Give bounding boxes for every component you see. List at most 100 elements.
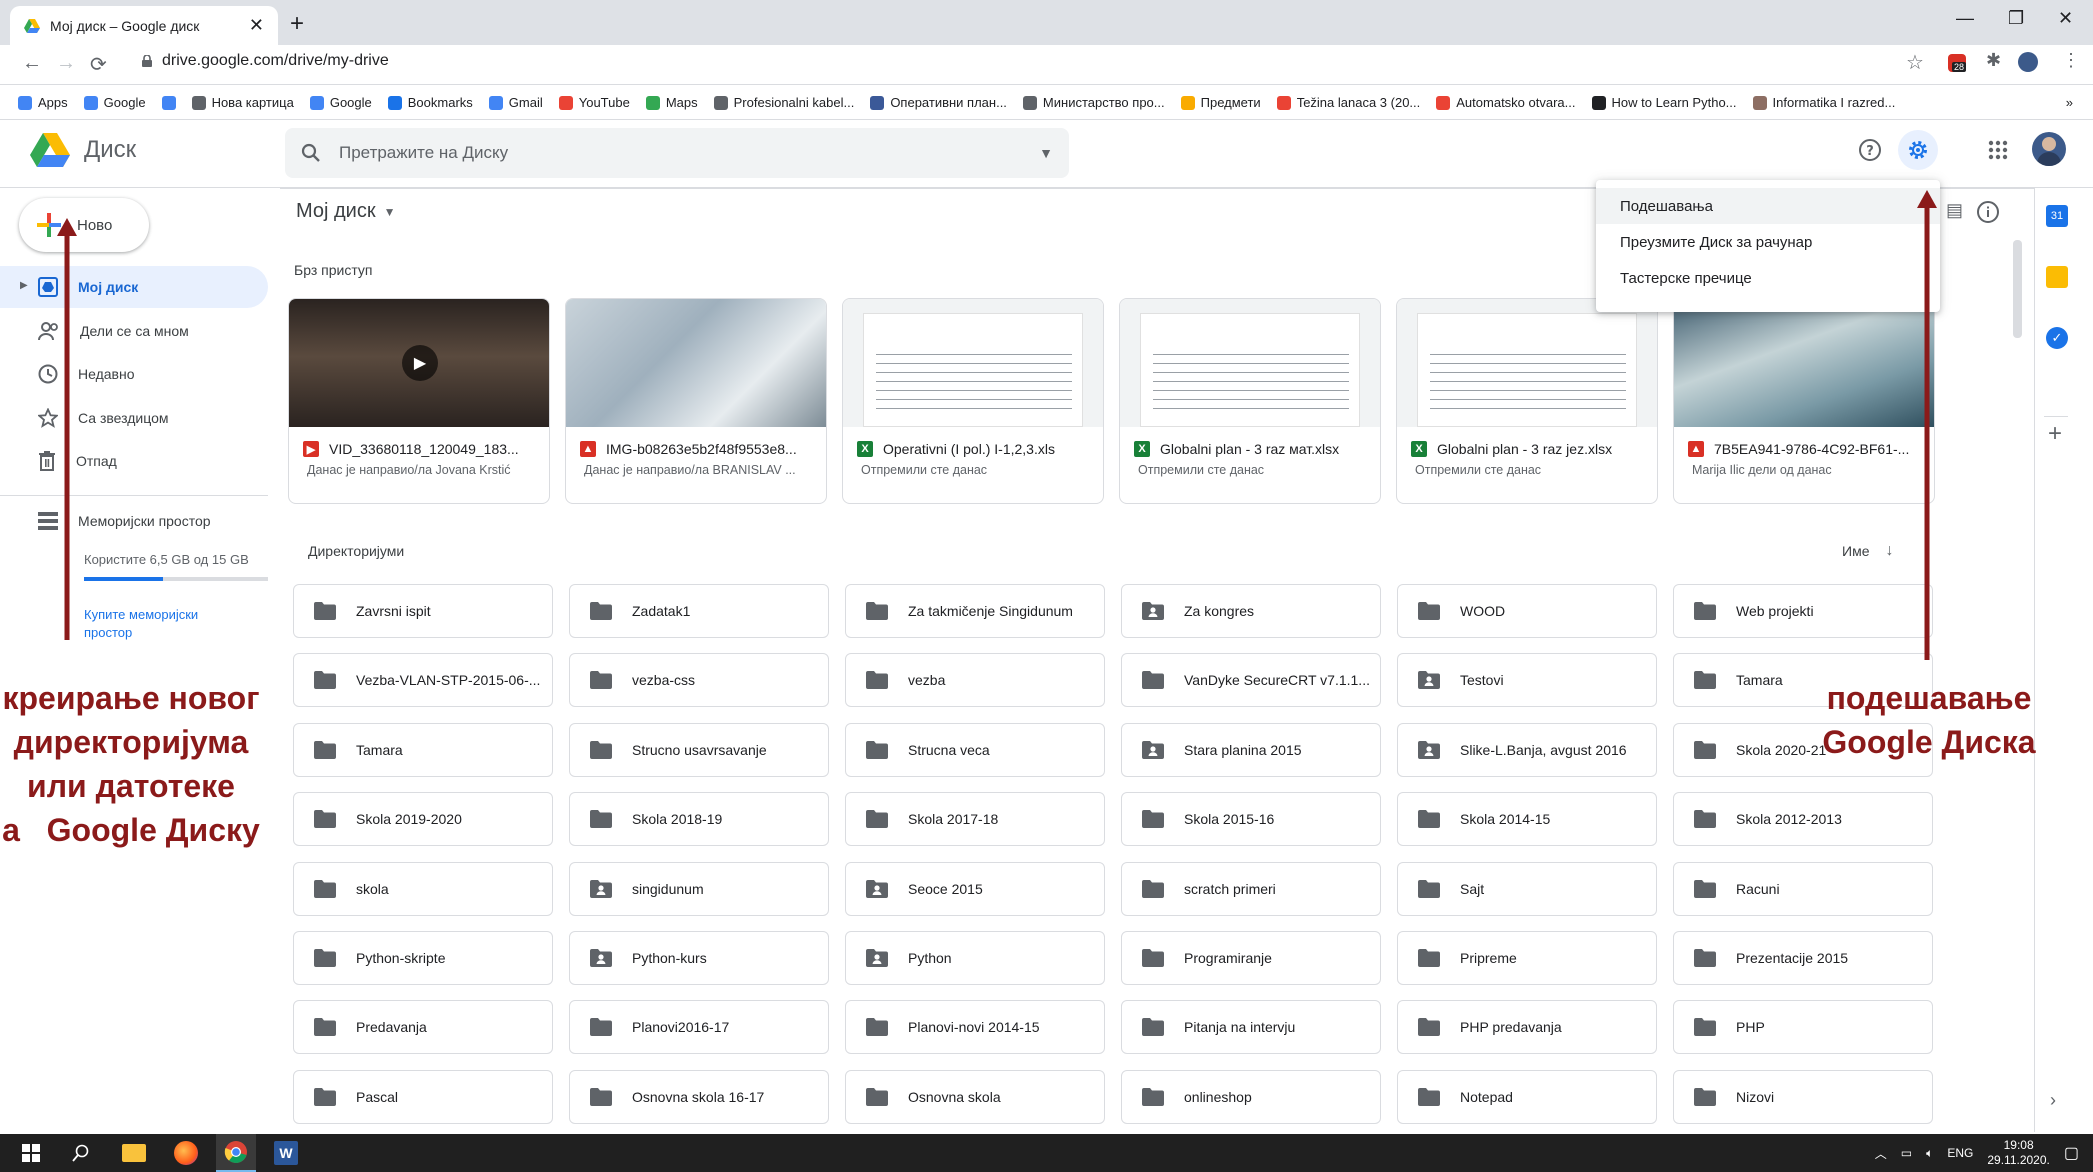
settings-gear-button[interactable] — [1898, 130, 1938, 170]
bookmarks-overflow-icon[interactable]: » — [2066, 95, 2093, 110]
folder-item[interactable]: Stara planina 2015 — [1121, 722, 1381, 777]
bookmark-item[interactable]: YouTube — [558, 95, 630, 110]
folder-item[interactable]: Skola 2017-18 — [845, 792, 1105, 847]
folder-item[interactable]: scratch primeri — [1121, 861, 1381, 916]
details-info-icon[interactable] — [1976, 200, 2000, 224]
folder-item[interactable]: Web projekti — [1673, 584, 1933, 638]
bookmark-item[interactable]: Google — [83, 95, 146, 110]
folder-item[interactable]: Python-kurs — [569, 931, 829, 985]
scrollbar-thumb[interactable] — [2013, 240, 2022, 338]
expand-caret-icon[interactable]: ▶ — [20, 280, 28, 291]
account-avatar[interactable] — [2032, 132, 2066, 166]
help-icon[interactable]: ? — [1858, 138, 1882, 162]
profile-avatar[interactable] — [2018, 52, 2038, 72]
sidebar-item-my-drive[interactable]: Мој диск — [0, 266, 268, 308]
add-addon-icon[interactable]: + — [2048, 420, 2062, 448]
folder-item[interactable]: Strucna veca — [845, 722, 1105, 777]
folder-item[interactable]: VanDyke SecureCRT v7.1.1... — [1121, 653, 1381, 708]
sidebar-item-trash[interactable]: Отпад — [0, 440, 268, 482]
folder-item[interactable]: Testovi — [1397, 653, 1657, 708]
minimize-icon[interactable]: — — [1956, 8, 1974, 29]
bookmark-item[interactable]: Google — [309, 95, 372, 110]
sidebar-item-shared[interactable]: Дели се са мном — [0, 310, 268, 352]
back-icon[interactable]: ← — [22, 52, 42, 75]
sidebar-item-star[interactable]: Са звездицом — [0, 397, 268, 439]
forward-icon[interactable]: → — [56, 52, 76, 75]
apps-grid-icon[interactable] — [1988, 140, 2008, 160]
folder-item[interactable]: Za takmičenje Singidunum — [845, 584, 1105, 638]
folder-item[interactable]: Prezentacije 2015 — [1673, 931, 1933, 985]
breadcrumb[interactable]: Мој диск ▼ — [296, 200, 396, 223]
bookmark-item[interactable]: Предмети — [1180, 95, 1261, 110]
notifications-icon[interactable]: ▢ — [2064, 1143, 2079, 1163]
folder-item[interactable]: vezba — [845, 653, 1105, 708]
folder-item[interactable]: Skola 2019-2020 — [293, 792, 553, 847]
bookmark-item[interactable]: Министарство про... — [1022, 95, 1165, 110]
folder-item[interactable]: Zadatak1 — [569, 584, 829, 638]
folder-item[interactable]: Seoce 2015 — [845, 861, 1105, 916]
folder-item[interactable]: Predavanja — [293, 1000, 553, 1055]
sidebar-item-clock[interactable]: Недавно — [0, 353, 268, 395]
chrome-taskbar-icon[interactable] — [216, 1134, 256, 1172]
folder-item[interactable]: Skola 2018-19 — [569, 792, 829, 847]
search-options-icon[interactable]: ▼ — [1039, 145, 1053, 161]
extension-icon[interactable]: 28 — [1948, 54, 1967, 72]
folder-item[interactable]: Osnovna skola — [845, 1069, 1105, 1124]
folder-item[interactable]: Nizovi — [1673, 1069, 1933, 1124]
clock[interactable]: 19:08 29.11.2020. — [1987, 1138, 2050, 1168]
expand-panel-icon[interactable]: › — [2050, 1090, 2056, 1111]
folder-item[interactable]: Zavrsni ispit — [293, 584, 553, 638]
settings-menu-item[interactable]: Тастерске пречице — [1596, 260, 1940, 296]
bookmark-item[interactable]: Profesionalni kabel... — [713, 95, 854, 110]
folder-item[interactable]: Pascal — [293, 1069, 553, 1124]
folder-item[interactable]: Racuni — [1673, 861, 1933, 916]
firefox-icon[interactable] — [174, 1141, 198, 1165]
folder-item[interactable]: Strucno usavrsavanje — [569, 722, 829, 777]
sort-control[interactable]: Име ↓ — [1842, 542, 1893, 560]
folder-item[interactable]: PHP predavanja — [1397, 1000, 1657, 1055]
address-bar[interactable]: drive.google.com/drive/my-drive — [142, 52, 389, 70]
folder-item[interactable]: Sajt — [1397, 861, 1657, 916]
bookmark-item[interactable]: How to Learn Pytho... — [1591, 95, 1737, 110]
language-indicator[interactable]: ENG — [1947, 1146, 1973, 1160]
bookmark-item[interactable]: Maps — [645, 95, 698, 110]
tasks-icon[interactable]: ✓ — [2046, 327, 2068, 349]
bookmark-item[interactable]: Automatsko otvara... — [1436, 95, 1576, 110]
quick-access-card[interactable]: X Globalni plan - 3 raz мат.xlsx Отпремили… — [1119, 298, 1381, 504]
folder-item[interactable]: skola — [293, 861, 553, 916]
new-tab-button[interactable]: + — [290, 10, 304, 38]
folder-item[interactable]: Skola 2012-2013 — [1673, 792, 1933, 847]
browser-tab[interactable]: Мој диск – Google диск ✕ — [10, 6, 278, 45]
bookmark-item[interactable]: Нова картица — [191, 95, 294, 110]
windows-start-icon[interactable] — [22, 1144, 40, 1162]
folder-item[interactable]: Python — [845, 931, 1105, 985]
folder-item[interactable]: Python-skripte — [293, 931, 553, 985]
bookmark-item[interactable]: Gmail — [488, 95, 543, 110]
folder-item[interactable]: Skola 2014-15 — [1397, 792, 1657, 847]
drive-logo[interactable]: Диск — [30, 133, 136, 167]
bookmark-item[interactable]: Težina lanaca 3 (20... — [1276, 95, 1420, 110]
volume-icon[interactable]: 🔈︎ — [1926, 1146, 1933, 1161]
bookmark-item[interactable] — [161, 95, 176, 110]
calendar-icon[interactable]: 31 — [2046, 205, 2068, 227]
quick-access-card[interactable]: ▶ ▶ VID_33680118_120049_183... Данас је нап… — [288, 298, 550, 504]
quick-access-card[interactable]: ▲ IMG-b08263e5b2f48f9553e8... Данас је нап… — [565, 298, 827, 504]
restore-icon[interactable]: ❐ — [2008, 8, 2024, 29]
bookmark-item[interactable]: Informatika I razred... — [1752, 95, 1895, 110]
file-explorer-icon[interactable] — [122, 1144, 146, 1162]
tab-close-icon[interactable]: ✕ — [249, 15, 264, 36]
folder-item[interactable]: Pitanja na intervju — [1121, 1000, 1381, 1055]
settings-menu-item[interactable]: Подешавања — [1596, 188, 1940, 224]
taskbar-search-icon[interactable] — [72, 1144, 90, 1162]
new-button[interactable]: Ново — [19, 198, 149, 252]
sidebar-item-storage[interactable]: Меморијски простор — [0, 500, 268, 542]
folder-item[interactable]: Tamara — [293, 722, 553, 777]
bookmark-item[interactable]: Оперативни план... — [870, 95, 1007, 110]
close-window-icon[interactable]: ✕ — [2058, 8, 2073, 29]
reload-icon[interactable]: ⟳ — [90, 52, 107, 77]
folder-item[interactable]: vezba-css — [569, 653, 829, 708]
folder-item[interactable]: Skola 2015-16 — [1121, 792, 1381, 847]
puzzle-icon[interactable]: ✱ — [1986, 50, 2001, 71]
folder-item[interactable]: Osnovna skola 16-17 — [569, 1069, 829, 1124]
network-icon[interactable]: ▭ — [1901, 1146, 1912, 1160]
